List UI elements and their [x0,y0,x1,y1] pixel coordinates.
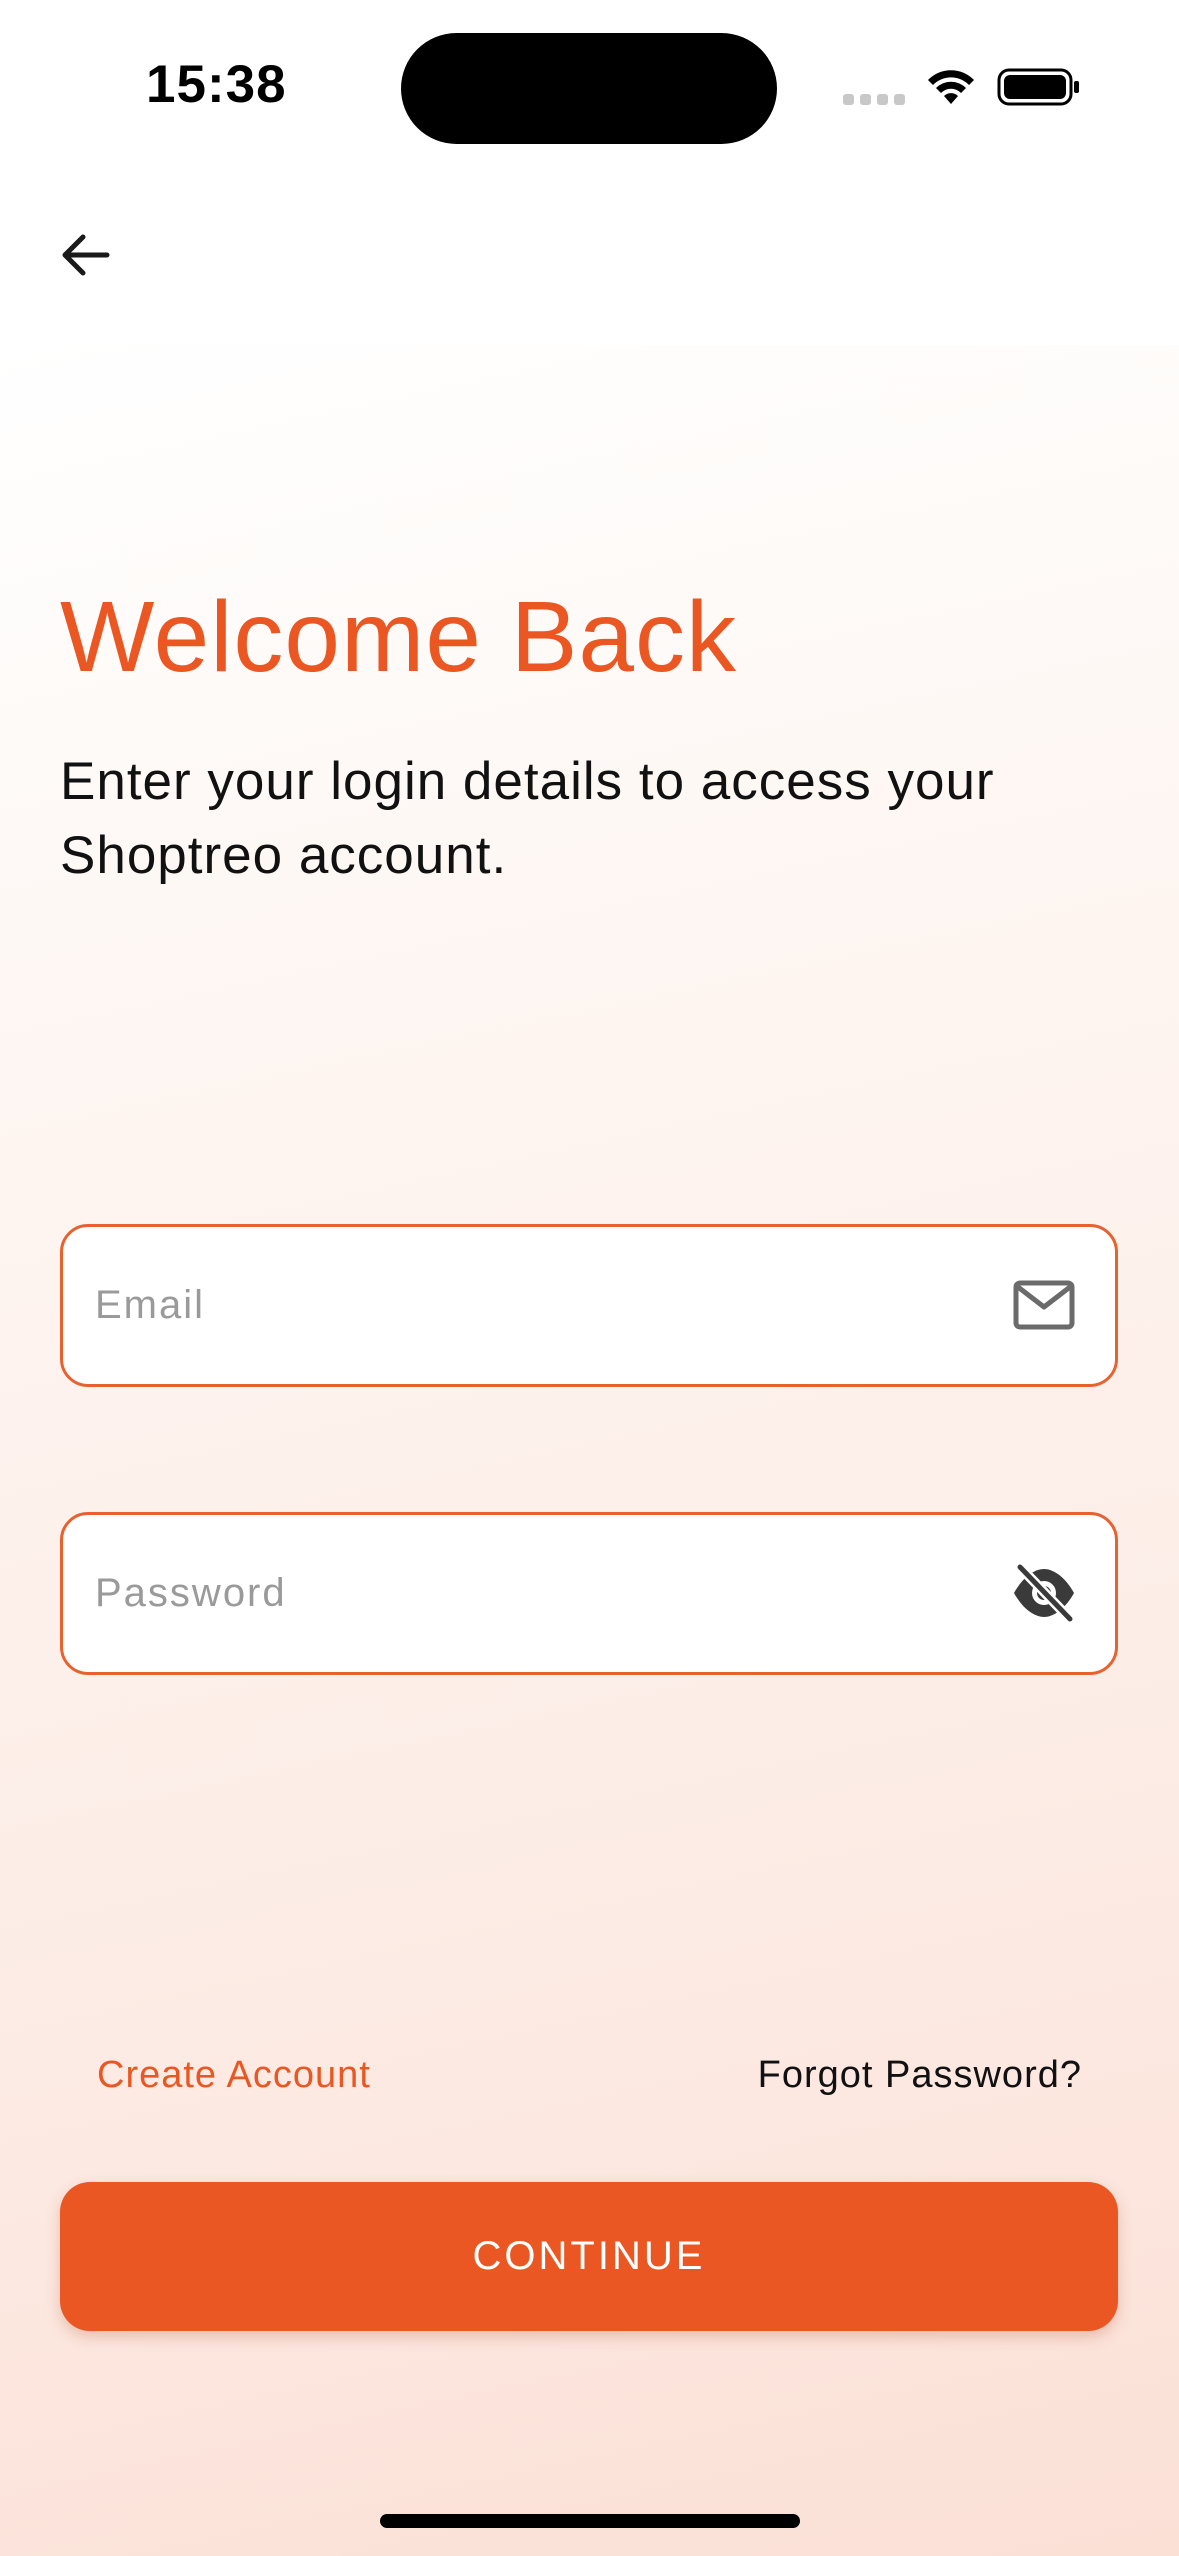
page-title: Welcome Back [60,581,738,693]
email-field[interactable] [60,1224,1118,1387]
email-input[interactable] [95,1227,975,1384]
continue-button[interactable]: CONTINUE [60,2182,1118,2331]
home-indicator[interactable] [380,2514,800,2528]
page-subtitle: Enter your login details to access your … [60,752,995,885]
app-bar [0,180,1179,345]
password-field[interactable] [60,1512,1118,1675]
arrow-left-icon [62,234,110,276]
cellular-signal-icon [843,94,905,106]
back-button[interactable] [40,210,130,300]
battery-icon [997,68,1079,106]
status-time: 15:38 [146,55,287,114]
dynamic-island [401,33,777,144]
login-screen: 15:38 Welcome Back Enter your login deta… [0,0,1179,2556]
password-input[interactable] [95,1515,975,1672]
eye-off-icon[interactable] [1009,1561,1079,1625]
create-account-link[interactable]: Create Account [97,2054,371,2097]
status-bar: 15:38 [0,0,1179,180]
wifi-icon [928,70,974,104]
forgot-password-link[interactable]: Forgot Password? [758,2054,1082,2097]
mail-icon [1009,1273,1079,1337]
continue-button-label: CONTINUE [472,2234,706,2278]
